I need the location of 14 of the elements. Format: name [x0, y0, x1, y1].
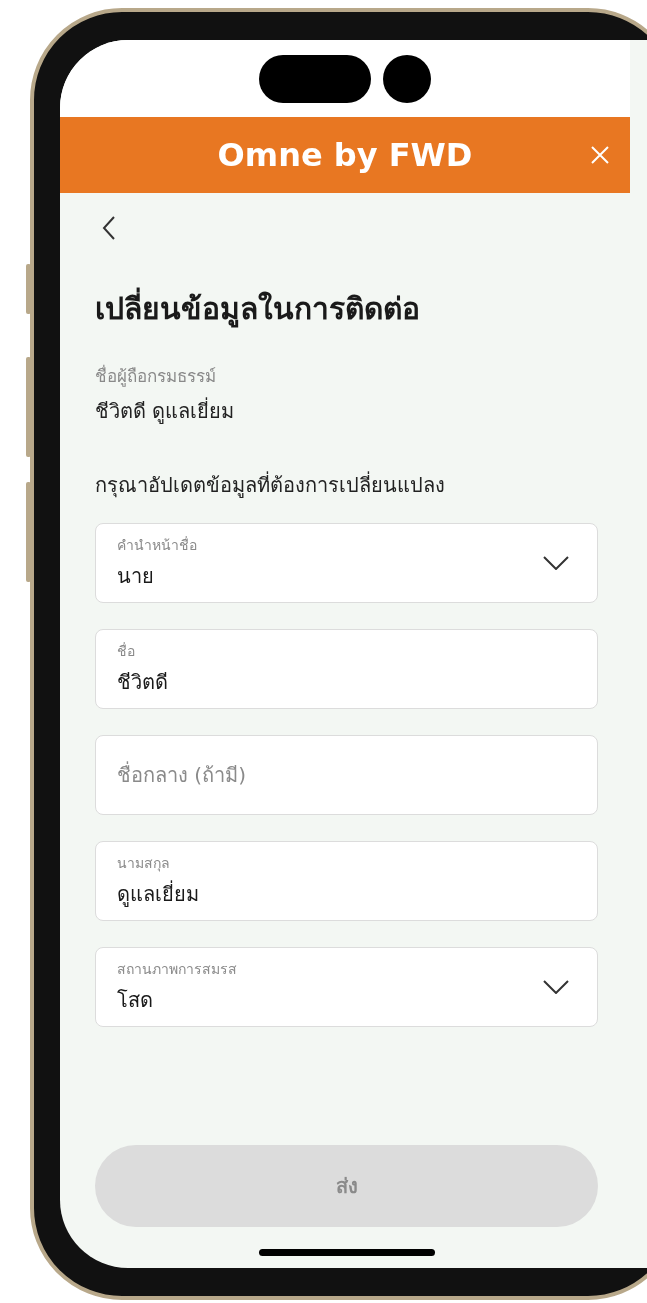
input-field[interactable]: ชื่อ ชีวิตดี	[95, 629, 598, 709]
chevron-down-icon	[543, 556, 569, 570]
dropdown-field[interactable]: สถานภาพการสมรส โสด	[95, 947, 598, 1027]
page-title: เปลี่ยนข้อมูลในการติดต่อ	[95, 285, 598, 332]
dropdown-field[interactable]: คำนำหน้าชื่อ นาย	[95, 523, 598, 603]
back-icon[interactable]	[102, 215, 116, 241]
app-title: Omne by FWD	[217, 136, 473, 174]
holder-name: ชีวิตดี ดูแลเยี่ยม	[95, 396, 236, 426]
close-icon[interactable]	[590, 145, 610, 165]
instruction-text: กรุณาอัปเดตข้อมูลที่ต้องการเปลี่ยนแปลง	[95, 470, 446, 500]
input-field[interactable]: นามสกุล ดูแลเยี่ยม	[95, 841, 598, 921]
holder-label: ชื่อผู้ถือกรมธรรม์	[95, 363, 217, 389]
chevron-down-icon	[543, 980, 569, 994]
camera-icon	[383, 54, 431, 103]
